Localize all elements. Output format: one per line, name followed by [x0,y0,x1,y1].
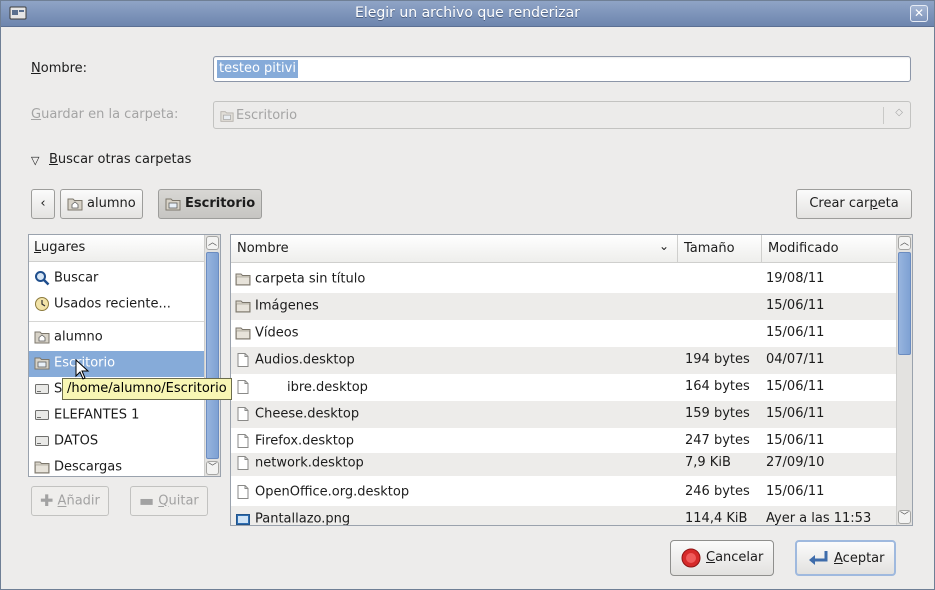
file-chooser-dialog: Elegir un archivo que renderizar ✕ Nombr… [0,0,935,590]
drive-icon [34,433,50,449]
desktop-folder-icon [165,196,181,212]
crumb-label: alumno [87,196,136,211]
create-folder-button[interactable]: Crear carpeta [796,189,912,219]
desktop-folder-icon [219,109,235,123]
enter-arrow-icon [809,550,828,565]
file-row[interactable]: network.desktop 7,9 KiB 27/09/10 [231,453,897,476]
cancel-button[interactable]: Cancelar [670,540,775,576]
files-pane: Nombre ⌄ Tamaño Modificado carpeta sin t… [230,234,913,526]
place-item-descargas[interactable]: Descargas [29,455,205,476]
scroll-down-icon[interactable]: ﹀ [206,461,219,475]
mouse-cursor-icon [75,359,90,380]
name-field-value[interactable]: testeo pitivi [217,60,298,78]
place-item-buscar[interactable]: Buscar [29,266,205,292]
recent-clock-icon [35,297,49,311]
scroll-up-icon[interactable]: ︿ [898,236,911,250]
file-icon [235,484,251,500]
file-row[interactable]: Imágenes 15/06/11 [231,293,897,320]
path-crumb-escritorio[interactable]: Escritorio [158,189,263,219]
path-back-button[interactable]: ‹ [31,189,55,219]
folder-icon [34,459,50,475]
browse-other-folders-label: Buscar otras carpetas [49,152,192,167]
file-icon [235,455,251,471]
column-header-modified[interactable]: Modificado [762,235,897,263]
place-item-escritorio[interactable]: Escritorio [29,351,205,377]
file-row[interactable]: Cheese.desktop 159 bytes 15/06/11 [231,401,897,428]
name-label: Nombre: [31,61,88,76]
expander-triangle-icon: ▽ [31,154,40,167]
file-row[interactable]: Vídeos 15/06/11 [231,320,897,347]
plus-icon: ✚ [40,491,54,510]
remove-place-button[interactable]: ▬ Quitar [130,486,208,516]
files-scrollbar-thumb[interactable] [898,252,911,355]
crumb-label: Escritorio [185,196,256,211]
file-icon [235,406,251,422]
accept-button[interactable]: Aceptar [795,540,897,576]
save-folder-value: Escritorio [236,108,298,123]
scroll-up-icon[interactable]: ︿ [206,236,219,250]
path-tooltip: /home/alumno/Escritorio [62,378,232,400]
places-scrollbar[interactable]: ︿ ﹀ [204,235,220,476]
column-header-size[interactable]: Tamaño [678,235,762,263]
combo-separator [883,107,884,124]
image-file-icon [235,511,251,526]
chevron-left-icon: ‹ [40,196,46,211]
folder-icon [235,325,251,341]
path-crumb-alumno[interactable]: alumno [60,189,143,219]
folder-icon [235,271,251,287]
places-scrollbar-thumb[interactable] [206,252,219,459]
place-item-recent[interactable]: Usados reciente... [29,292,205,318]
file-icon [235,433,251,449]
desktop-folder-icon [34,355,50,371]
drive-icon [34,381,50,397]
place-item-alumno[interactable]: alumno [29,325,205,351]
add-place-button[interactable]: ✚ Añadir [31,486,109,516]
file-row[interactable]: Firefox.desktop 247 bytes 15/06/11 [231,428,897,455]
titlebar[interactable]: Elegir un archivo que renderizar ✕ [1,1,934,27]
close-button[interactable]: ✕ [910,5,928,22]
scroll-down-icon[interactable]: ﹀ [898,510,911,524]
sort-chevron-down-icon: ⌄ [658,239,669,253]
save-folder-combo[interactable]: Escritorio ◇ [213,101,911,129]
place-item-datos[interactable]: DATOS [29,429,205,455]
home-folder-icon [34,329,50,345]
places-header[interactable]: Lugares [29,235,205,262]
dialog-title: Elegir un archivo que renderizar [355,5,580,21]
file-icon [235,352,251,368]
updown-arrow-icon: ◇ [895,107,903,118]
file-row[interactable]: ibre.desktop 164 bytes 15/06/11 [231,374,897,401]
places-divider [29,321,205,322]
column-header-name[interactable]: Nombre ⌄ [231,235,678,263]
files-scrollbar[interactable]: ︿ ﹀ [896,235,912,525]
file-icon [235,379,251,395]
folder-icon [235,298,251,314]
close-icon: ✕ [913,6,925,20]
file-row[interactable]: Pantallazo.png 114,4 KiB Ayer a las 11:5… [231,506,897,526]
places-pane: Lugares Buscar Usados reciente... alumno… [28,234,221,477]
name-field[interactable]: testeo pitivi [213,56,911,82]
file-row[interactable]: Audios.desktop 194 bytes 04/07/11 [231,347,897,374]
minus-icon: ▬ [139,491,155,510]
place-item-elefantes[interactable]: ELEFANTES 1 [29,403,205,429]
drive-icon [34,407,50,423]
file-row[interactable]: OpenOffice.org.desktop 246 bytes 15/06/1… [231,479,897,506]
file-row[interactable]: carpeta sin título 19/08/11 [231,266,897,293]
stop-icon [681,548,701,567]
home-folder-icon [67,196,83,212]
search-icon [35,271,50,286]
save-folder-label: Guardar en la carpeta: [31,107,179,122]
